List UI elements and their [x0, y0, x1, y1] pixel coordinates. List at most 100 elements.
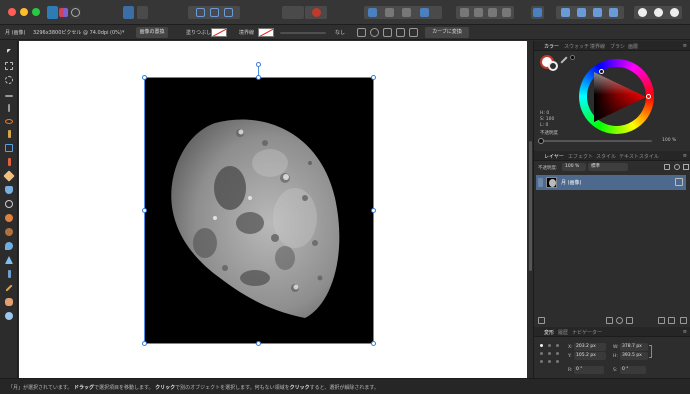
- pixel-persona-icon[interactable]: [58, 6, 69, 19]
- tab-brushes[interactable]: ブラシ: [610, 43, 625, 50]
- r-field[interactable]: 0 °: [574, 366, 604, 374]
- intersect-icon[interactable]: [487, 8, 497, 17]
- moon-image[interactable]: [145, 78, 373, 343]
- anchor-point-grid[interactable]: [540, 344, 560, 364]
- w-field[interactable]: 378.7 px: [620, 343, 648, 351]
- s-field[interactable]: 0 °: [620, 366, 646, 374]
- aspect-lock-icon[interactable]: [649, 345, 652, 358]
- crop-tool-icon[interactable]: [4, 143, 14, 153]
- flip-horizontal-icon[interactable]: [560, 8, 570, 17]
- fx-icon[interactable]: [626, 317, 633, 324]
- document-setup-icon[interactable]: [123, 6, 134, 19]
- tab-text-styles[interactable]: テキストスタイル: [619, 153, 659, 160]
- rotate-left-icon[interactable]: [592, 8, 602, 17]
- stroke-width-slider[interactable]: [280, 32, 326, 34]
- resize-handle-bottom-right[interactable]: [371, 341, 376, 346]
- flip-vertical-icon[interactable]: [576, 8, 586, 17]
- align-icon[interactable]: [531, 6, 544, 19]
- document-page[interactable]: [19, 41, 527, 378]
- lock-icon[interactable]: [409, 28, 418, 37]
- stroke-well-icon[interactable]: [548, 61, 558, 71]
- panel-menu-icon[interactable]: ≡: [683, 43, 687, 49]
- tab-layers-alt[interactable]: 画層: [628, 43, 638, 50]
- zoom-tool-icon[interactable]: [4, 199, 14, 209]
- x-field[interactable]: 203.2 px: [574, 343, 606, 351]
- row-marquee-icon[interactable]: [4, 91, 14, 101]
- replace-image-button[interactable]: 画像の置換: [136, 27, 168, 38]
- duplicate-layer-icon[interactable]: [668, 317, 675, 324]
- window-zoom-button[interactable]: [32, 8, 40, 16]
- opacity-slider[interactable]: [542, 140, 652, 142]
- sharpen-icon[interactable]: [4, 255, 14, 265]
- position-icon[interactable]: [357, 28, 366, 37]
- color-picker-knob[interactable]: [646, 94, 651, 99]
- resize-handle-right[interactable]: [371, 208, 376, 213]
- move-front-icon[interactable]: [401, 8, 411, 17]
- eraser-icon[interactable]: [3, 170, 15, 182]
- stroke-swatch[interactable]: [258, 28, 274, 37]
- canvas-area[interactable]: [19, 41, 533, 383]
- view-zoom-icon[interactable]: [4, 311, 14, 321]
- resize-handle-left[interactable]: [142, 208, 147, 213]
- tab-navigator[interactable]: ナビゲーター: [572, 329, 602, 336]
- move-to-back-icon[interactable]: [419, 8, 429, 17]
- layer-lock-icon[interactable]: [664, 164, 670, 170]
- layer-grid-icon[interactable]: [683, 164, 689, 170]
- resize-handle-top[interactable]: [256, 75, 261, 80]
- clone-tool-icon[interactable]: [4, 227, 14, 237]
- export-persona-icon[interactable]: [70, 6, 81, 19]
- dodge-icon[interactable]: [4, 213, 14, 223]
- move-tool-icon[interactable]: [4, 46, 14, 56]
- transparency-icon[interactable]: [637, 8, 647, 17]
- paint-brush-icon[interactable]: [4, 157, 14, 167]
- black-swatch[interactable]: [570, 55, 575, 60]
- tab-color[interactable]: カラー: [544, 43, 559, 50]
- tab-stroke[interactable]: 境界線: [590, 43, 605, 50]
- resize-icon[interactable]: [396, 28, 405, 37]
- resize-handle-bottom-left[interactable]: [142, 341, 147, 346]
- y-field[interactable]: 105.2 px: [574, 352, 606, 360]
- flood-fill-icon[interactable]: [4, 185, 14, 195]
- rotate-right-icon[interactable]: [608, 8, 618, 17]
- crop-center-icon[interactable]: [370, 28, 379, 37]
- selection-brush-icon[interactable]: [4, 129, 14, 139]
- vertical-scrollbar-thumb[interactable]: [529, 141, 532, 271]
- resize-handle-bottom[interactable]: [256, 341, 261, 346]
- h-field[interactable]: 393.5 px: [620, 352, 648, 360]
- layer-row[interactable]: 月 (画像): [536, 175, 686, 190]
- union-icon[interactable]: [459, 8, 469, 17]
- view-mode-dropdown[interactable]: [282, 6, 304, 19]
- snapping-toggle[interactable]: [305, 6, 327, 19]
- delete-layer-icon[interactable]: [680, 317, 687, 324]
- subtract-icon[interactable]: [473, 8, 483, 17]
- tab-history[interactable]: 履歴: [558, 329, 568, 336]
- window-minimize-button[interactable]: [20, 8, 28, 16]
- resize-handle-top-left[interactable]: [142, 75, 147, 80]
- layer-stack-icon[interactable]: [538, 317, 545, 324]
- share-icon[interactable]: [669, 8, 679, 17]
- designer-persona-icon[interactable]: [47, 6, 58, 19]
- assistant-icon[interactable]: [137, 6, 148, 19]
- hand-tool-icon[interactable]: [4, 297, 14, 307]
- layer-settings-icon[interactable]: [674, 164, 680, 170]
- transform-menu-icon[interactable]: ≡: [683, 329, 687, 335]
- tab-transform[interactable]: 変形: [544, 329, 554, 336]
- rectangle-marquee-icon[interactable]: [4, 61, 14, 71]
- window-close-button[interactable]: [8, 8, 16, 16]
- add-layer-icon[interactable]: [658, 317, 665, 324]
- layer-name[interactable]: 月 (画像): [561, 179, 582, 186]
- tab-styles[interactable]: スタイル: [596, 153, 616, 160]
- blend-mode-dropdown[interactable]: 標準: [588, 163, 628, 171]
- blur-icon[interactable]: [4, 241, 14, 251]
- hue-knob[interactable]: [599, 69, 604, 74]
- crop-icon[interactable]: [383, 28, 392, 37]
- fill-swatch[interactable]: [211, 28, 227, 37]
- insert-icon[interactable]: [653, 8, 663, 17]
- color-picker-icon[interactable]: [4, 283, 14, 293]
- rotation-handle[interactable]: [256, 62, 261, 67]
- smudge-icon[interactable]: [4, 269, 14, 279]
- layers-menu-icon[interactable]: ≡: [683, 153, 687, 159]
- opacity-slider-knob[interactable]: [538, 138, 544, 144]
- tab-layers[interactable]: レイヤー: [544, 153, 564, 160]
- mask-icon[interactable]: [606, 317, 613, 324]
